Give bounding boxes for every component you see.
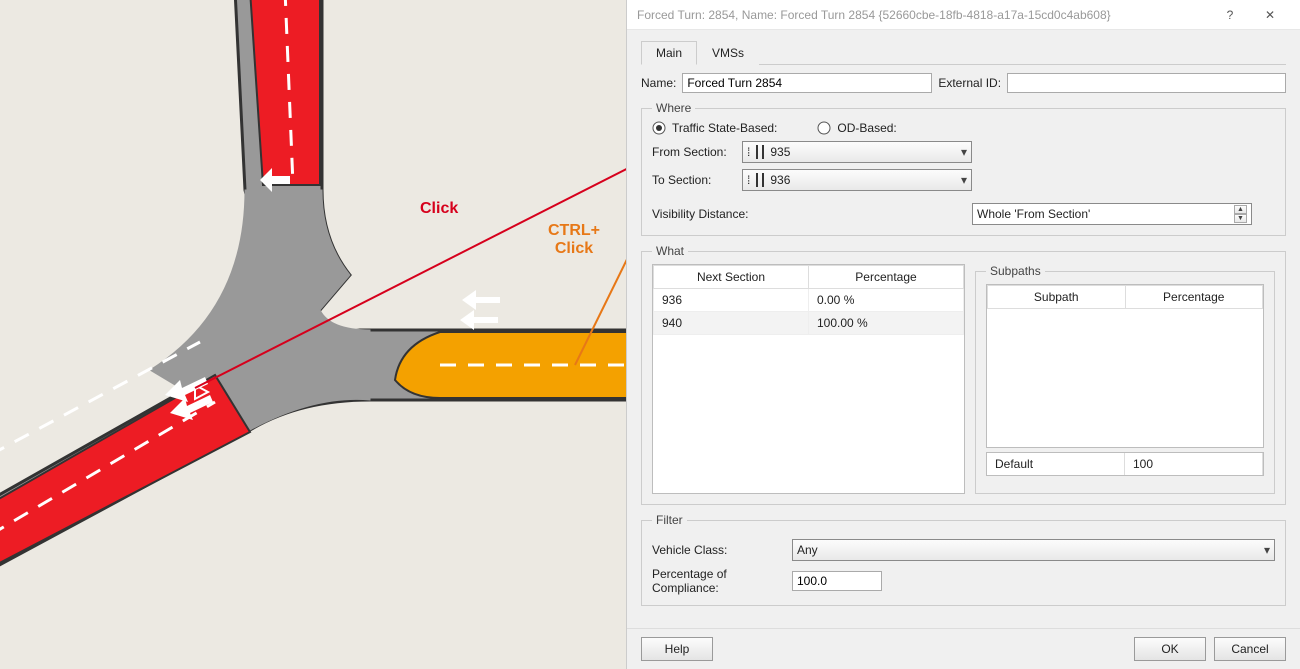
subpaths-default-row: Default 100 [986,452,1264,476]
section-glyph-icon [756,145,764,159]
col-next-section[interactable]: Next Section [654,266,809,289]
next-section-table[interactable]: Next Section Percentage 9360.00 % 940100… [652,264,965,494]
map-viewport[interactable]: Click CTRL+ Click [0,0,626,669]
spin-up-icon[interactable]: ▲ [1234,205,1247,214]
tab-main[interactable]: Main [641,41,697,65]
chevron-down-icon: ▾ [1264,543,1270,557]
close-icon[interactable]: ✕ [1250,0,1290,30]
help-button[interactable]: Help [641,637,713,661]
compliance-label: Percentage of Compliance: [652,567,792,595]
what-legend: What [652,244,688,258]
cancel-button[interactable]: Cancel [1214,637,1286,661]
from-section-label: From Section: [652,145,742,159]
vehicle-class-label: Vehicle Class: [652,543,792,557]
filter-legend: Filter [652,513,687,527]
name-label: Name: [641,76,676,90]
dialog-title: Forced Turn: 2854, Name: Forced Turn 285… [637,8,1111,22]
visibility-distance-label: Visibility Distance: [652,207,972,221]
external-id-input[interactable] [1007,73,1286,93]
name-input[interactable] [682,73,932,93]
forced-turn-dialog: Forced Turn: 2854, Name: Forced Turn 285… [626,0,1300,669]
spin-down-icon[interactable]: ▼ [1234,214,1247,223]
radio-od-based[interactable]: OD-Based: [817,121,896,135]
chevron-down-icon: ▾ [961,173,967,187]
tab-bar: Main VMSs [641,40,1286,65]
tab-vmss[interactable]: VMSs [697,41,759,65]
annotation-click: Click [420,200,458,218]
annotation-ctrl-click: CTRL+ Click [548,222,600,258]
ok-button[interactable]: OK [1134,637,1206,661]
section-pick-icon: ⁞ [747,173,750,187]
from-section-combo[interactable]: ⁞ 935 ▾ [742,141,972,163]
filter-group: Filter Vehicle Class: Any ▾ Percentage o… [641,513,1286,606]
where-legend: Where [652,101,695,115]
vehicle-class-combo[interactable]: Any ▾ [792,539,1275,561]
to-section-combo[interactable]: ⁞ 936 ▾ [742,169,972,191]
radio-traffic-state[interactable]: Traffic State-Based: [652,121,777,135]
compliance-input[interactable] [792,571,882,591]
table-row[interactable]: 940100.00 % [654,312,964,335]
help-icon[interactable]: ? [1210,0,1250,30]
external-id-label: External ID: [938,76,1001,90]
what-group: What Next Section Percentage 9360.00 % [641,244,1286,505]
col-sub-percentage[interactable]: Percentage [1125,286,1263,309]
subpaths-group: Subpaths Subpath Percentage Default 100 [975,264,1275,494]
subpaths-table[interactable]: Subpath Percentage [986,284,1264,448]
col-subpath[interactable]: Subpath [988,286,1126,309]
section-glyph-icon [756,173,764,187]
section-pick-icon: ⁞ [747,145,750,159]
subpaths-legend: Subpaths [986,264,1045,278]
visibility-distance-spinner[interactable]: Whole 'From Section' ▲▼ [972,203,1252,225]
to-section-label: To Section: [652,173,742,187]
where-group: Where Traffic State-Based: OD-Based: Fro… [641,101,1286,236]
col-percentage[interactable]: Percentage [809,266,964,289]
chevron-down-icon: ▾ [961,145,967,159]
table-row[interactable]: 9360.00 % [654,289,964,312]
dialog-titlebar: Forced Turn: 2854, Name: Forced Turn 285… [627,0,1300,30]
